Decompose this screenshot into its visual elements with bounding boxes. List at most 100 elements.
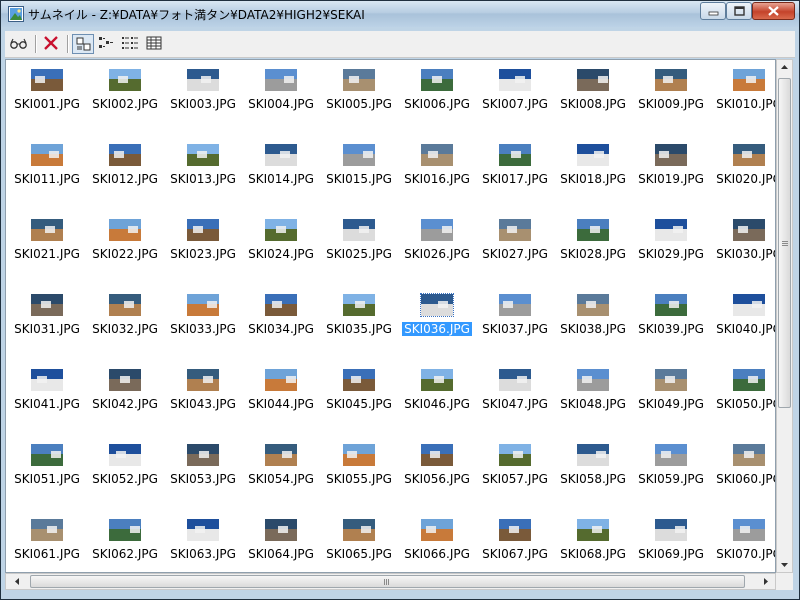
thumbnail-item[interactable]: SKI001.JPG [8, 60, 86, 130]
vertical-scroll-thumb[interactable] [778, 78, 791, 408]
thumbnail-item[interactable]: SKI035.JPG [320, 285, 398, 355]
title-bar[interactable]: サムネイル - Z:¥DATA¥フォト満タン¥DATA2¥HIGH2¥SEKAI [1, 1, 799, 27]
thumbnail-item[interactable]: SKI022.JPG [86, 210, 164, 280]
thumbnail-item[interactable]: SKI034.JPG [242, 285, 320, 355]
view-list-button[interactable] [120, 34, 142, 54]
scroll-up-icon[interactable] [777, 60, 792, 75]
size-grip[interactable] [776, 573, 793, 590]
thumbnail-item[interactable]: SKI002.JPG [86, 60, 164, 130]
thumbnail-item[interactable]: SKI039.JPG [632, 285, 710, 355]
thumbnail-item[interactable]: SKI061.JPG [8, 510, 86, 572]
thumbnail-image [109, 219, 141, 241]
thumbnail-item[interactable]: SKI012.JPG [86, 135, 164, 205]
delete-button[interactable] [41, 34, 63, 54]
thumbnail-item[interactable]: SKI013.JPG [164, 135, 242, 205]
thumbnail-item[interactable]: SKI062.JPG [86, 510, 164, 572]
thumbnail-item[interactable]: SKI029.JPG [632, 210, 710, 280]
horizontal-scroll-thumb[interactable] [30, 575, 745, 588]
thumbnail-item[interactable]: SKI047.JPG [476, 360, 554, 430]
thumbnail-item[interactable]: SKI070.JPG [710, 510, 775, 572]
thumbnail-item[interactable]: SKI011.JPG [8, 135, 86, 205]
thumbnail-item[interactable]: SKI036.JPG [398, 285, 476, 355]
maximize-button[interactable] [726, 2, 752, 20]
thumbnail-item[interactable]: SKI053.JPG [164, 435, 242, 505]
thumbnail-item[interactable]: SKI069.JPG [632, 510, 710, 572]
thumbnail-item[interactable]: SKI059.JPG [632, 435, 710, 505]
file-name: SKI062.JPG [92, 547, 158, 561]
thumbnail-item[interactable]: SKI045.JPG [320, 360, 398, 430]
thumbnail-item[interactable]: SKI015.JPG [320, 135, 398, 205]
thumbnail-item[interactable]: SKI049.JPG [632, 360, 710, 430]
thumbnail-item[interactable]: SKI058.JPG [554, 435, 632, 505]
thumbnail-item[interactable]: SKI051.JPG [8, 435, 86, 505]
thumbnail-caption: SKI037.JPG [476, 321, 554, 337]
thumbnail-item[interactable]: SKI014.JPG [242, 135, 320, 205]
thumbnail-item[interactable]: SKI052.JPG [86, 435, 164, 505]
thumbnail-grid[interactable]: SKI001.JPG SKI002.JPG SKI003.JPG SKI004.JPG… [5, 59, 776, 573]
thumbnail-item[interactable]: SKI016.JPG [398, 135, 476, 205]
thumbnail-item[interactable]: SKI009.JPG [632, 60, 710, 130]
thumbnail-item[interactable]: SKI032.JPG [86, 285, 164, 355]
thumbnail-item[interactable]: SKI038.JPG [554, 285, 632, 355]
thumbnail-item[interactable]: SKI017.JPG [476, 135, 554, 205]
file-name: SKI008.JPG [560, 97, 626, 111]
thumbnail-item[interactable]: SKI021.JPG [8, 210, 86, 280]
view-details-button[interactable] [144, 34, 166, 54]
thumbnail-item[interactable]: SKI041.JPG [8, 360, 86, 430]
thumbnail-item[interactable]: SKI067.JPG [476, 510, 554, 572]
thumbnail-item[interactable]: SKI003.JPG [164, 60, 242, 130]
thumbnail-image [187, 144, 219, 166]
minimize-button[interactable] [700, 2, 726, 20]
thumbnail-item[interactable]: SKI063.JPG [164, 510, 242, 572]
thumbnail-item[interactable]: SKI031.JPG [8, 285, 86, 355]
thumbnail-item[interactable]: SKI020.JPG [710, 135, 775, 205]
thumbnail-item[interactable]: SKI033.JPG [164, 285, 242, 355]
vertical-scrollbar[interactable] [776, 59, 793, 573]
scroll-down-icon[interactable] [777, 557, 792, 572]
thumbnail-item[interactable]: SKI056.JPG [398, 435, 476, 505]
thumbnail-item[interactable]: SKI006.JPG [398, 60, 476, 130]
thumbnail-item[interactable]: SKI025.JPG [320, 210, 398, 280]
thumbnail-item[interactable]: SKI046.JPG [398, 360, 476, 430]
file-name: SKI012.JPG [92, 172, 158, 186]
thumbnail-item[interactable]: SKI023.JPG [164, 210, 242, 280]
thumbnail-item[interactable]: SKI027.JPG [476, 210, 554, 280]
thumbnail-item[interactable]: SKI050.JPG [710, 360, 775, 430]
thumbnail-caption: SKI033.JPG [164, 321, 242, 337]
thumbnail-item[interactable]: SKI066.JPG [398, 510, 476, 572]
thumbnail-item[interactable]: SKI043.JPG [164, 360, 242, 430]
thumbnail-item[interactable]: SKI005.JPG [320, 60, 398, 130]
thumbnail-item[interactable]: SKI057.JPG [476, 435, 554, 505]
thumbnail-item[interactable]: SKI068.JPG [554, 510, 632, 572]
thumbnail-item[interactable]: SKI044.JPG [242, 360, 320, 430]
thumbnail-item[interactable]: SKI064.JPG [242, 510, 320, 572]
thumbnail-item[interactable]: SKI008.JPG [554, 60, 632, 130]
view-small-icons-button[interactable] [96, 34, 118, 54]
thumbnail-item[interactable]: SKI024.JPG [242, 210, 320, 280]
thumbnail-item[interactable]: SKI048.JPG [554, 360, 632, 430]
thumbnail-caption: SKI060.JPG [710, 471, 775, 487]
thumbnail-item[interactable]: SKI060.JPG [710, 435, 775, 505]
thumbnail-item[interactable]: SKI030.JPG [710, 210, 775, 280]
view-large-icons-button[interactable] [72, 34, 94, 54]
view-glasses-button[interactable] [9, 34, 31, 54]
thumbnail-image [655, 294, 687, 316]
thumbnail-item[interactable]: SKI028.JPG [554, 210, 632, 280]
thumbnail-item[interactable]: SKI007.JPG [476, 60, 554, 130]
file-name: SKI014.JPG [248, 172, 314, 186]
thumbnail-item[interactable]: SKI042.JPG [86, 360, 164, 430]
thumbnail-item[interactable]: SKI004.JPG [242, 60, 320, 130]
thumbnail-item[interactable]: SKI040.JPG [710, 285, 775, 355]
thumbnail-item[interactable]: SKI054.JPG [242, 435, 320, 505]
thumbnail-item[interactable]: SKI026.JPG [398, 210, 476, 280]
thumbnail-item[interactable]: SKI018.JPG [554, 135, 632, 205]
scroll-right-icon[interactable] [758, 574, 773, 589]
horizontal-scrollbar[interactable] [5, 573, 776, 590]
scroll-left-icon[interactable] [10, 574, 25, 589]
thumbnail-item[interactable]: SKI019.JPG [632, 135, 710, 205]
thumbnail-item[interactable]: SKI065.JPG [320, 510, 398, 572]
thumbnail-item[interactable]: SKI010.JPG [710, 60, 775, 130]
thumbnail-item[interactable]: SKI055.JPG [320, 435, 398, 505]
thumbnail-item[interactable]: SKI037.JPG [476, 285, 554, 355]
close-button[interactable] [752, 2, 795, 20]
